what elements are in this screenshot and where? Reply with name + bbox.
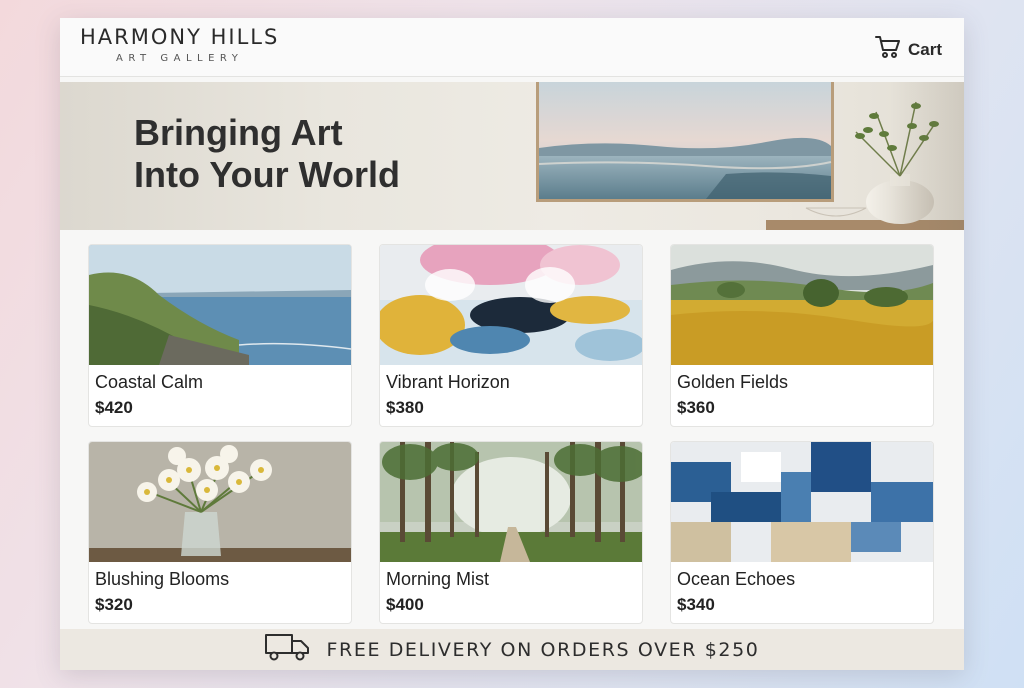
product-price: $340 (677, 595, 715, 614)
delivery-truck-icon (264, 633, 311, 666)
storefront-page: HARMONY HILLS ART GALLERY Cart Bringing … (60, 18, 964, 670)
hero-heading-line1: Bringing Art (134, 112, 343, 153)
product-title: Golden Fields (677, 372, 789, 392)
hero-heading: Bringing Art Into Your World (134, 112, 464, 196)
product-card-vibrant-horizon[interactable]: Vibrant Horizon $380 (379, 244, 643, 427)
hero-heading-line2: Into Your World (134, 154, 400, 195)
cart-button[interactable]: Cart (874, 35, 942, 64)
free-delivery-banner: FREE DELIVERY ON ORDERS OVER $250 (60, 629, 964, 670)
product-price: $400 (386, 595, 424, 614)
free-delivery-text: FREE DELIVERY ON ORDERS OVER $250 (326, 638, 760, 661)
coastal-calm-artwork-image (89, 245, 351, 365)
product-card-golden-fields[interactable]: Golden Fields $360 (670, 244, 934, 427)
product-title: Blushing Blooms (95, 569, 230, 589)
product-price: $320 (95, 595, 133, 614)
product-price: $380 (386, 398, 424, 417)
site-header: HARMONY HILLS ART GALLERY Cart (60, 18, 964, 77)
product-card-blushing-blooms[interactable]: Blushing Blooms $320 (88, 441, 352, 624)
product-card-coastal-calm[interactable]: Coastal Calm $420 (88, 244, 352, 427)
shopping-cart-icon (874, 35, 901, 64)
product-price: $360 (677, 398, 715, 417)
product-title: Vibrant Horizon (386, 372, 510, 392)
product-price: $420 (95, 398, 133, 417)
golden-fields-artwork-image (671, 245, 933, 365)
brand-logo[interactable]: HARMONY HILLS ART GALLERY (80, 24, 279, 66)
brand-tagline: ART GALLERY (116, 53, 244, 64)
product-title: Morning Mist (386, 569, 490, 589)
product-card-morning-mist[interactable]: Morning Mist $400 (379, 441, 643, 624)
hero-wall-shadow (890, 82, 964, 230)
cart-label: Cart (907, 39, 942, 59)
hero-banner: Bringing Art Into Your World (60, 82, 964, 230)
product-title: Coastal Calm (95, 372, 204, 392)
product-title: Ocean Echoes (677, 569, 796, 589)
morning-mist-artwork-image (380, 442, 642, 562)
blushing-blooms-artwork-image (89, 442, 351, 562)
product-card-ocean-echoes[interactable]: Ocean Echoes $340 (670, 441, 934, 624)
brand-name: HARMONY HILLS (80, 25, 280, 49)
vibrant-horizon-artwork-image (380, 245, 642, 365)
ocean-echoes-artwork-image (671, 442, 933, 562)
